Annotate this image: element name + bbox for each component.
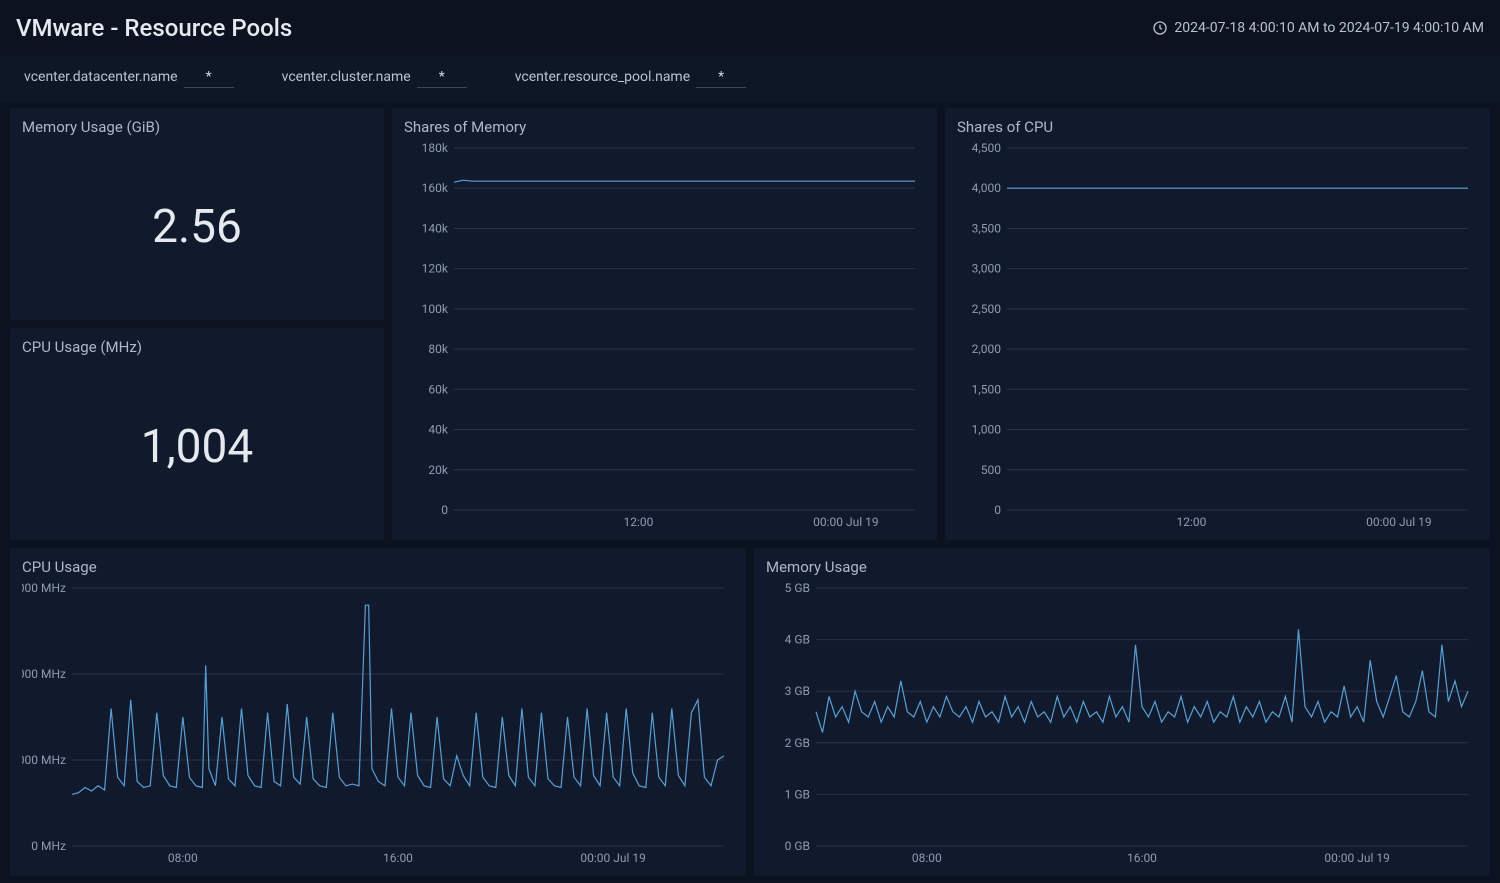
dashboard-grid: Memory Usage (GiB) 2.56 CPU Usage (MHz) … bbox=[0, 102, 1500, 882]
svg-text:2 GB: 2 GB bbox=[785, 736, 810, 750]
svg-text:3,000 MHz: 3,000 MHz bbox=[22, 582, 66, 595]
stat-value: 2.56 bbox=[22, 142, 372, 312]
svg-text:2,000 MHz: 2,000 MHz bbox=[22, 667, 66, 681]
svg-text:1,000: 1,000 bbox=[972, 423, 1002, 437]
panel-memory-usage-gib[interactable]: Memory Usage (GiB) 2.56 bbox=[10, 108, 384, 320]
svg-text:08:00: 08:00 bbox=[912, 851, 942, 865]
chart[interactable]: 0 GB 1 GB 2 GB 3 GB 4 GB 5 GB 08:00 16:00 00:00 … bbox=[766, 582, 1478, 868]
svg-text:3,500: 3,500 bbox=[972, 221, 1002, 235]
svg-text:00:00 Jul 19: 00:00 Jul 19 bbox=[580, 851, 645, 865]
svg-text:2,500: 2,500 bbox=[972, 302, 1002, 316]
svg-text:12:00: 12:00 bbox=[623, 515, 653, 529]
svg-text:00:00 Jul 19: 00:00 Jul 19 bbox=[1324, 851, 1389, 865]
filter-datacenter[interactable]: vcenter.datacenter.name * bbox=[24, 67, 234, 88]
filter-cluster[interactable]: vcenter.cluster.name * bbox=[282, 67, 467, 88]
chart[interactable]: 0 20k 40k 60k 80k 100k 120k 140k 160k 180k 12:00 00… bbox=[404, 142, 925, 532]
svg-text:500: 500 bbox=[981, 463, 1001, 477]
svg-text:0 GB: 0 GB bbox=[785, 839, 810, 853]
clock-icon bbox=[1152, 20, 1168, 36]
svg-text:12:00: 12:00 bbox=[1176, 515, 1206, 529]
svg-text:5 GB: 5 GB bbox=[785, 582, 810, 595]
filter-label: vcenter.datacenter.name bbox=[24, 69, 178, 85]
panel-title: Shares of CPU bbox=[957, 118, 1478, 136]
svg-text:4 GB: 4 GB bbox=[785, 633, 810, 647]
svg-text:180k: 180k bbox=[422, 142, 449, 155]
filter-value[interactable]: * bbox=[417, 67, 467, 88]
svg-text:0: 0 bbox=[994, 503, 1001, 517]
svg-text:08:00: 08:00 bbox=[168, 851, 198, 865]
svg-text:40k: 40k bbox=[428, 423, 448, 437]
svg-text:60k: 60k bbox=[428, 382, 448, 396]
svg-text:00:00 Jul 19: 00:00 Jul 19 bbox=[813, 515, 878, 529]
filter-label: vcenter.cluster.name bbox=[282, 69, 411, 85]
svg-text:16:00: 16:00 bbox=[383, 851, 413, 865]
chart[interactable]: 0 500 1,000 1,500 2,000 2,500 3,000 3,500 4,000 4… bbox=[957, 142, 1478, 532]
svg-text:1,000 MHz: 1,000 MHz bbox=[22, 753, 66, 767]
page-title: VMware - Resource Pools bbox=[16, 14, 292, 42]
svg-text:100k: 100k bbox=[422, 302, 449, 316]
stat-value: 1,004 bbox=[22, 362, 372, 532]
svg-text:00:00 Jul 19: 00:00 Jul 19 bbox=[1366, 515, 1431, 529]
svg-text:1 GB: 1 GB bbox=[785, 787, 810, 801]
filter-bar: vcenter.datacenter.name * vcenter.cluste… bbox=[0, 56, 1500, 102]
filter-value[interactable]: * bbox=[696, 67, 746, 88]
svg-text:120k: 120k bbox=[422, 262, 449, 276]
panel-memory-usage[interactable]: Memory Usage 0 GB 1 GB 2 GB 3 GB 4 GB 5 GB 08:… bbox=[754, 548, 1490, 876]
panel-title: CPU Usage bbox=[22, 558, 734, 576]
svg-text:160k: 160k bbox=[422, 181, 449, 195]
panel-title: Memory Usage (GiB) bbox=[22, 118, 372, 136]
panel-shares-memory[interactable]: Shares of Memory 0 20k 40k 60k 80k 100k 120k 14… bbox=[392, 108, 937, 540]
svg-text:4,000: 4,000 bbox=[972, 181, 1002, 195]
svg-text:0: 0 bbox=[441, 503, 448, 517]
panel-cpu-usage[interactable]: CPU Usage 0 MHz 1,000 MHz 2,000 MHz 3,000 M… bbox=[10, 548, 746, 876]
panel-title: Shares of Memory bbox=[404, 118, 925, 136]
svg-text:80k: 80k bbox=[428, 342, 448, 356]
header: VMware - Resource Pools 2024-07-18 4:00:… bbox=[0, 0, 1500, 56]
svg-text:2,000: 2,000 bbox=[972, 342, 1002, 356]
filter-label: vcenter.resource_pool.name bbox=[515, 69, 690, 85]
panel-title: Memory Usage bbox=[766, 558, 1478, 576]
panel-cpu-usage-mhz[interactable]: CPU Usage (MHz) 1,004 bbox=[10, 328, 384, 540]
panel-title: CPU Usage (MHz) bbox=[22, 338, 372, 356]
svg-text:4,500: 4,500 bbox=[972, 142, 1002, 155]
svg-text:16:00: 16:00 bbox=[1127, 851, 1157, 865]
filter-resource-pool[interactable]: vcenter.resource_pool.name * bbox=[515, 67, 746, 88]
chart[interactable]: 0 MHz 1,000 MHz 2,000 MHz 3,000 MHz 08:00 16:… bbox=[22, 582, 734, 868]
filter-value[interactable]: * bbox=[184, 67, 234, 88]
svg-text:20k: 20k bbox=[428, 463, 448, 477]
svg-text:0 MHz: 0 MHz bbox=[31, 839, 66, 853]
panel-shares-cpu[interactable]: Shares of CPU 0 500 1,000 1,500 2,000 2,500 3,… bbox=[945, 108, 1490, 540]
svg-text:3 GB: 3 GB bbox=[785, 684, 810, 698]
time-range-picker[interactable]: 2024-07-18 4:00:10 AM to 2024-07-19 4:00… bbox=[1152, 20, 1484, 36]
svg-text:1,500: 1,500 bbox=[972, 382, 1002, 396]
svg-text:3,000: 3,000 bbox=[972, 262, 1002, 276]
time-range-text: 2024-07-18 4:00:10 AM to 2024-07-19 4:00… bbox=[1174, 20, 1484, 36]
svg-text:140k: 140k bbox=[422, 221, 449, 235]
